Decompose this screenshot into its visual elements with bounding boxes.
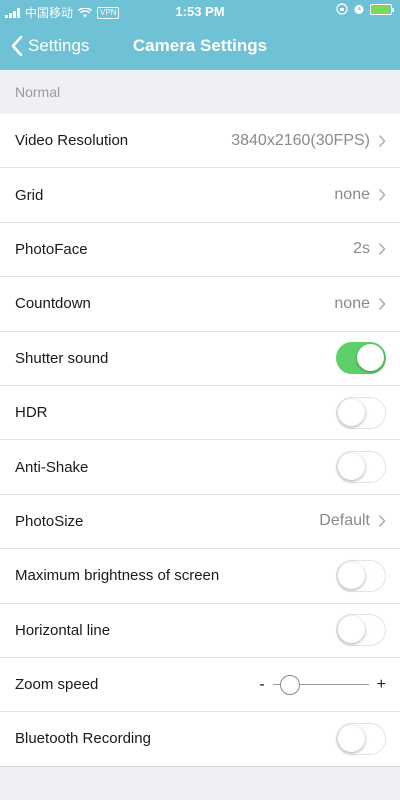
setting-value: 3840x2160(30FPS) bbox=[231, 131, 370, 149]
toggle-knob bbox=[338, 561, 365, 589]
toggle-switch[interactable] bbox=[336, 614, 386, 647]
settings-list: Video Resolution 3840x2160(30FPS) Grid none… bbox=[0, 114, 400, 767]
toggle-knob bbox=[357, 344, 384, 372]
toggle-switch[interactable] bbox=[336, 396, 386, 429]
setting-label: Bluetooth Recording bbox=[15, 730, 151, 748]
setting-row-horizontal-line: Horizontal line bbox=[0, 604, 400, 658]
setting-label: Video Resolution bbox=[15, 132, 129, 150]
section-header: Normal bbox=[15, 84, 61, 100]
top-bar: 中国移动 VPN 1:53 PM Settings Camera Setting… bbox=[0, 0, 400, 70]
setting-row-photosize[interactable]: PhotoSize Default bbox=[0, 495, 400, 550]
setting-label: PhotoFace bbox=[15, 240, 88, 258]
toggle-knob bbox=[338, 616, 365, 644]
toggle-knob bbox=[338, 724, 365, 752]
toggle-knob bbox=[338, 398, 365, 426]
chevron-right-icon bbox=[378, 189, 386, 202]
zoom-plus-button[interactable]: + bbox=[377, 676, 386, 694]
toggle-switch[interactable] bbox=[336, 722, 386, 755]
setting-label: Maximum brightness of screen bbox=[15, 567, 220, 585]
toggle-switch[interactable] bbox=[336, 342, 386, 375]
setting-label: Shutter sound bbox=[15, 349, 109, 367]
setting-row-photoface[interactable]: PhotoFace 2s bbox=[0, 223, 400, 278]
toggle-knob bbox=[338, 453, 365, 481]
zoom-minus-button[interactable]: - bbox=[259, 676, 264, 694]
zoom-speed-slider[interactable] bbox=[272, 674, 369, 695]
setting-label: Grid bbox=[15, 186, 44, 204]
setting-row-anti-shake: Anti-Shake bbox=[0, 440, 400, 495]
setting-row-bluetooth-recording: Bluetooth Recording bbox=[0, 712, 400, 767]
toggle-switch[interactable] bbox=[336, 559, 386, 592]
chevron-right-icon bbox=[378, 515, 386, 528]
battery-icon bbox=[370, 3, 394, 15]
setting-row-countdown[interactable]: Countdown none bbox=[0, 277, 400, 332]
setting-row-hdr: HDR bbox=[0, 386, 400, 441]
navigation-bar: Settings Camera Settings bbox=[0, 22, 400, 70]
status-bar: 中国移动 VPN 1:53 PM bbox=[0, 0, 400, 22]
setting-label: HDR bbox=[15, 404, 48, 422]
slider-thumb[interactable] bbox=[280, 674, 301, 695]
orientation-lock-icon bbox=[336, 3, 348, 15]
setting-value: Default bbox=[319, 512, 370, 530]
setting-row-grid[interactable]: Grid none bbox=[0, 168, 400, 223]
setting-value: none bbox=[334, 186, 370, 204]
setting-label: Zoom speed bbox=[15, 676, 99, 694]
setting-label: Horizontal line bbox=[15, 621, 111, 639]
toggle-switch[interactable] bbox=[336, 451, 386, 484]
chevron-right-icon bbox=[378, 297, 386, 310]
setting-row-maximum-brightness-of-screen: Maximum brightness of screen bbox=[0, 549, 400, 604]
page-title: Camera Settings bbox=[132, 36, 268, 55]
setting-label: Countdown bbox=[15, 295, 91, 313]
setting-label: PhotoSize bbox=[15, 512, 84, 530]
setting-row-shutter-sound: Shutter sound bbox=[0, 332, 400, 386]
setting-value: 2s bbox=[353, 240, 370, 258]
setting-row-zoom-speed: Zoom speed - + bbox=[0, 658, 400, 713]
zoom-speed-control: - + bbox=[259, 674, 386, 695]
chevron-right-icon bbox=[378, 134, 386, 147]
alarm-icon bbox=[354, 5, 364, 14]
chevron-right-icon bbox=[378, 243, 386, 256]
setting-row-video-resolution[interactable]: Video Resolution 3840x2160(30FPS) bbox=[0, 114, 400, 169]
setting-value: none bbox=[334, 294, 370, 312]
setting-label: Anti-Shake bbox=[15, 458, 89, 476]
